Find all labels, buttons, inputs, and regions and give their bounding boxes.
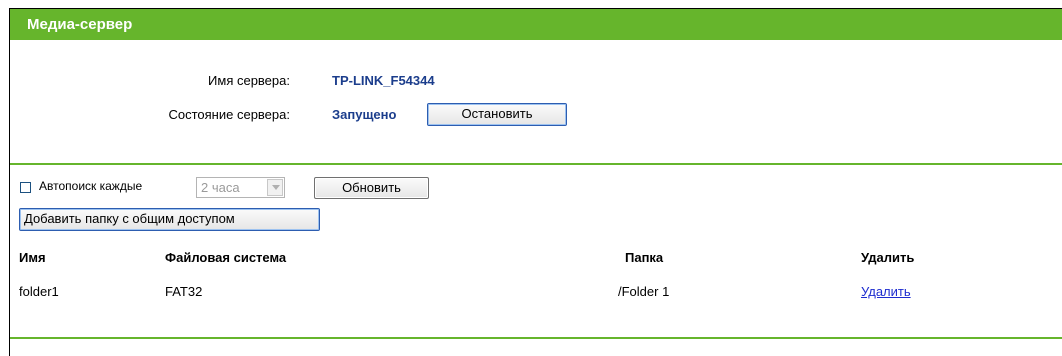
- chevron-down-icon: [267, 179, 283, 196]
- column-header-folder: Папка: [625, 250, 664, 265]
- row-folder-cell: /Folder 1: [618, 284, 670, 299]
- server-status-label: Состояние сервера:: [168, 107, 290, 122]
- server-name-label: Имя сервера:: [208, 73, 290, 88]
- server-status-value: Запущено: [332, 107, 397, 122]
- column-header-filesystem: Файловая система: [165, 250, 287, 265]
- page-title: Медиа-сервер: [10, 9, 1062, 40]
- autoscan-label: Автопоиск каждые: [39, 179, 143, 193]
- content-frame: [9, 8, 1062, 356]
- autoscan-interval-value: 2 часа: [201, 180, 240, 195]
- autoscan-interval-select[interactable]: 2 часа: [196, 177, 285, 198]
- row-delete-link[interactable]: Удалить: [861, 284, 911, 299]
- stop-server-button[interactable]: Остановить: [427, 103, 567, 126]
- row-name-cell: folder1: [19, 284, 59, 299]
- column-header-name: Имя: [19, 250, 46, 265]
- server-name-value: TP-LINK_F54344: [332, 73, 435, 88]
- autoscan-checkbox[interactable]: [20, 182, 31, 193]
- row-filesystem-cell: FAT32: [165, 284, 203, 299]
- column-header-delete: Удалить: [861, 250, 915, 265]
- section-divider: [10, 163, 1062, 165]
- add-shared-folder-button[interactable]: Добавить папку с общим доступом: [19, 208, 320, 231]
- bottom-divider: [10, 337, 1062, 339]
- refresh-button[interactable]: Обновить: [314, 177, 429, 199]
